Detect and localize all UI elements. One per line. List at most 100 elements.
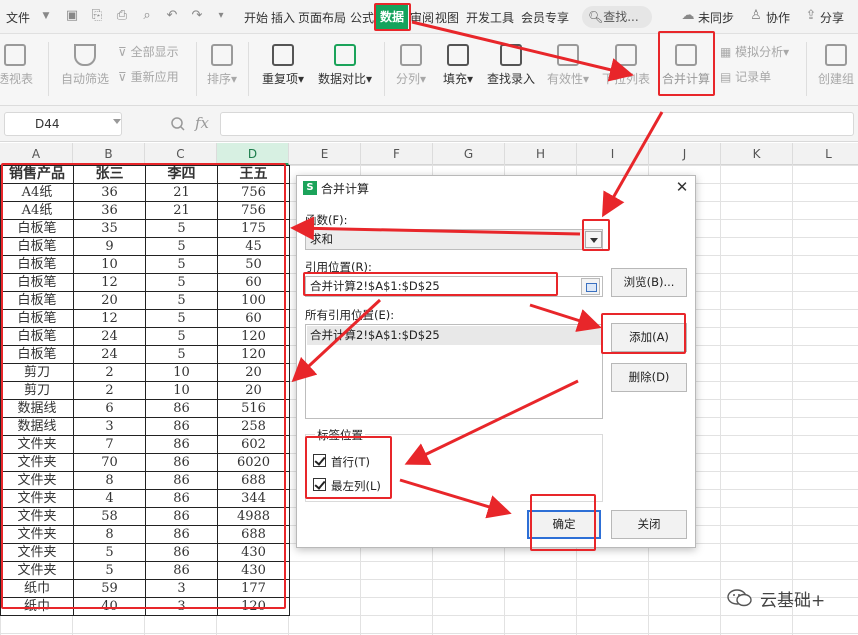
tab-page-layout[interactable]: 页面布局 bbox=[298, 9, 346, 26]
browse-button[interactable]: 浏览(B)... bbox=[611, 268, 687, 297]
cell-zhangsan[interactable]: 24 bbox=[73, 327, 146, 346]
pivot-table-button[interactable]: 透视表 bbox=[0, 44, 42, 87]
record-form-button[interactable]: ▤ 记录单 bbox=[720, 68, 771, 85]
cell-zhangsan[interactable]: 12 bbox=[73, 309, 146, 328]
delete-button[interactable]: 删除(D) bbox=[611, 363, 687, 392]
cell-zhangsan[interactable]: 70 bbox=[73, 453, 146, 472]
cell-product[interactable]: 文件夹 bbox=[0, 525, 74, 544]
tab-review[interactable]: 审阅 bbox=[410, 9, 434, 26]
cell-lisi[interactable]: 5 bbox=[145, 309, 218, 328]
cell-zhangsan[interactable]: 5 bbox=[73, 543, 146, 562]
header-cell-lisi[interactable]: 李四 bbox=[145, 165, 218, 184]
cell-wangwu[interactable]: 60 bbox=[217, 273, 290, 292]
cell-lisi[interactable]: 21 bbox=[145, 183, 218, 202]
cell-lisi[interactable]: 21 bbox=[145, 201, 218, 220]
cell-wangwu[interactable]: 4988 bbox=[217, 507, 290, 526]
cell-zhangsan[interactable]: 24 bbox=[73, 345, 146, 364]
column-header-l[interactable]: L bbox=[793, 143, 858, 165]
cell-lisi[interactable]: 5 bbox=[145, 327, 218, 346]
cell-wangwu[interactable]: 602 bbox=[217, 435, 290, 454]
cell-wangwu[interactable]: 516 bbox=[217, 399, 290, 418]
cell-zhangsan[interactable]: 36 bbox=[73, 183, 146, 202]
data-compare-button[interactable]: 数据对比▾ bbox=[315, 44, 375, 87]
column-header-b[interactable]: B bbox=[73, 143, 145, 165]
left-column-checkbox[interactable] bbox=[313, 478, 326, 491]
chevron-down-icon[interactable] bbox=[585, 231, 602, 248]
fill-button[interactable]: 填充▾ bbox=[440, 44, 476, 87]
column-header-g[interactable]: G bbox=[433, 143, 505, 165]
cell-zhangsan[interactable]: 59 bbox=[73, 579, 146, 598]
cell-lisi[interactable]: 86 bbox=[145, 525, 218, 544]
cell-lisi[interactable]: 86 bbox=[145, 471, 218, 490]
cell-lisi[interactable]: 5 bbox=[145, 345, 218, 364]
cell-wangwu[interactable]: 175 bbox=[217, 219, 290, 238]
print-preview-icon[interactable]: ⌕ bbox=[139, 8, 155, 24]
autofilter-button[interactable]: 自动筛选 bbox=[60, 44, 110, 87]
column-header-c[interactable]: C bbox=[145, 143, 217, 165]
column-header-f[interactable]: F bbox=[361, 143, 433, 165]
cell-lisi[interactable]: 10 bbox=[145, 381, 218, 400]
list-item[interactable]: 合并计算2!$A$1:$D$25 bbox=[307, 326, 601, 345]
cell-lisi[interactable]: 5 bbox=[145, 237, 218, 256]
print-icon[interactable]: ⎙ bbox=[114, 8, 130, 24]
function-select[interactable]: 求和 bbox=[305, 229, 603, 250]
cell-product[interactable]: 白板笔 bbox=[0, 219, 74, 238]
cell-wangwu[interactable]: 20 bbox=[217, 381, 290, 400]
cell-zhangsan[interactable]: 5 bbox=[73, 561, 146, 580]
cell-lisi[interactable]: 86 bbox=[145, 489, 218, 508]
cell-zhangsan[interactable]: 35 bbox=[73, 219, 146, 238]
validity-button[interactable]: 有效性▾ bbox=[544, 44, 592, 87]
cell-product[interactable]: 白板笔 bbox=[0, 273, 74, 292]
tab-home[interactable]: 开始 bbox=[244, 9, 268, 26]
cell-product[interactable]: 纸巾 bbox=[0, 597, 74, 616]
cell-product[interactable]: 白板笔 bbox=[0, 327, 74, 346]
formula-input[interactable] bbox=[220, 112, 854, 136]
cell-wangwu[interactable]: 120 bbox=[217, 345, 290, 364]
cell-product[interactable]: 文件夹 bbox=[0, 489, 74, 508]
search-box[interactable]: 🔍︎查找... bbox=[582, 6, 652, 28]
tab-data[interactable]: 数据 bbox=[376, 5, 408, 29]
cell-lisi[interactable]: 86 bbox=[145, 453, 218, 472]
cell-lisi[interactable]: 86 bbox=[145, 399, 218, 418]
cell-wangwu[interactable]: 430 bbox=[217, 543, 290, 562]
header-cell-zhangsan[interactable]: 张三 bbox=[73, 165, 146, 184]
cell-product[interactable]: 文件夹 bbox=[0, 453, 74, 472]
cell-product[interactable]: 纸巾 bbox=[0, 579, 74, 598]
first-row-label[interactable]: 首行(T) bbox=[331, 454, 370, 470]
column-header-d[interactable]: D bbox=[217, 143, 289, 165]
column-header-a[interactable]: A bbox=[0, 143, 73, 165]
cell-lisi[interactable]: 3 bbox=[145, 579, 218, 598]
cell-wangwu[interactable]: 20 bbox=[217, 363, 290, 382]
range-select-icon[interactable] bbox=[581, 278, 600, 295]
cell-lisi[interactable]: 5 bbox=[145, 273, 218, 292]
column-header-k[interactable]: K bbox=[721, 143, 793, 165]
simulate-button[interactable]: ▦ 模拟分析▾ bbox=[720, 43, 789, 60]
name-box[interactable]: D44 bbox=[4, 112, 122, 136]
cell-wangwu[interactable]: 6020 bbox=[217, 453, 290, 472]
cell-wangwu[interactable]: 430 bbox=[217, 561, 290, 580]
cell-zhangsan[interactable]: 9 bbox=[73, 237, 146, 256]
reapply-button[interactable]: ⊽ 重新应用 bbox=[118, 68, 179, 85]
file-menu[interactable]: 文件 bbox=[6, 9, 30, 26]
cell-lisi[interactable]: 3 bbox=[145, 597, 218, 616]
all-references-list[interactable]: 合并计算2!$A$1:$D$25 bbox=[305, 324, 603, 419]
cell-zhangsan[interactable]: 12 bbox=[73, 273, 146, 292]
save-icon[interactable]: ▣ bbox=[64, 8, 80, 24]
cell-wangwu[interactable]: 177 bbox=[217, 579, 290, 598]
sort-button[interactable]: 排序▾ bbox=[203, 44, 241, 87]
chevron-down-icon[interactable] bbox=[113, 119, 121, 124]
header-cell-product[interactable]: 销售产品 bbox=[0, 165, 74, 184]
duplicates-button[interactable]: 重复项▾ bbox=[258, 44, 308, 87]
ok-button[interactable]: 确定 bbox=[527, 510, 601, 539]
fx-icon[interactable]: fx bbox=[195, 114, 209, 132]
column-header-j[interactable]: J bbox=[649, 143, 721, 165]
cell-lisi[interactable]: 5 bbox=[145, 219, 218, 238]
cell-wangwu[interactable]: 100 bbox=[217, 291, 290, 310]
undo-icon[interactable]: ↶ bbox=[164, 8, 180, 24]
show-all-button[interactable]: ⊽ 全部显示 bbox=[118, 43, 179, 60]
cell-zhangsan[interactable]: 36 bbox=[73, 201, 146, 220]
cell-lisi[interactable]: 10 bbox=[145, 363, 218, 382]
cell-wangwu[interactable]: 688 bbox=[217, 525, 290, 544]
column-header-h[interactable]: H bbox=[505, 143, 577, 165]
split-columns-button[interactable]: 分列▾ bbox=[394, 44, 428, 87]
